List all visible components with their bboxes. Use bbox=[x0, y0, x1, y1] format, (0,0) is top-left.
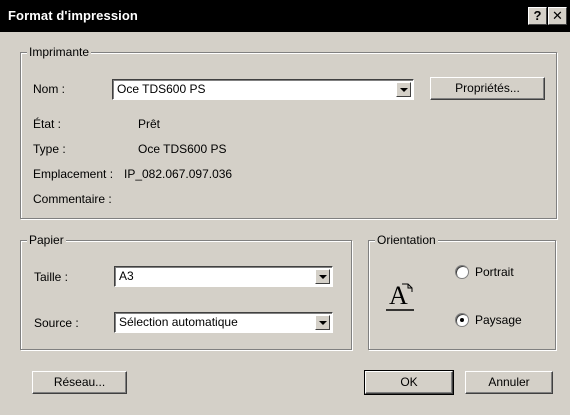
landscape-label[interactable]: Paysage bbox=[475, 313, 522, 327]
printer-name-label: Nom : bbox=[33, 82, 66, 96]
landscape-page-icon: A bbox=[384, 280, 418, 316]
paper-group-legend: Papier bbox=[27, 233, 66, 247]
portrait-radio[interactable] bbox=[455, 265, 469, 279]
type-value: Oce TDS600 PS bbox=[138, 142, 227, 156]
location-value: IP_082.067.097.036 bbox=[124, 167, 233, 181]
paper-group: Papier bbox=[20, 233, 352, 350]
cancel-button[interactable]: Annuler bbox=[465, 371, 553, 394]
chevron-down-icon[interactable] bbox=[396, 82, 411, 97]
paper-source-select[interactable]: Sélection automatique bbox=[114, 312, 333, 333]
paper-size-label: Taille : bbox=[34, 270, 69, 284]
help-button[interactable]: ? bbox=[528, 7, 547, 25]
title-bar[interactable]: Format d'impression ? ✕ bbox=[0, 0, 570, 32]
chevron-down-icon[interactable] bbox=[315, 315, 330, 330]
close-button[interactable]: ✕ bbox=[548, 7, 567, 25]
printer-name-select[interactable]: Oce TDS600 PS bbox=[112, 79, 414, 100]
network-button[interactable]: Réseau... bbox=[32, 371, 127, 394]
paper-size-select[interactable]: A3 bbox=[114, 266, 333, 287]
paper-size-value: A3 bbox=[119, 269, 134, 283]
paper-source-value: Sélection automatique bbox=[119, 315, 238, 329]
paper-source-label: Source : bbox=[34, 316, 79, 330]
orientation-group-legend: Orientation bbox=[375, 233, 438, 247]
orientation-icon-letter: A bbox=[389, 281, 408, 310]
dialog-title: Format d'impression bbox=[8, 8, 138, 23]
status-value: Prêt bbox=[138, 117, 161, 131]
landscape-radio[interactable] bbox=[455, 313, 469, 327]
printer-group-legend: Imprimante bbox=[27, 45, 92, 59]
properties-button[interactable]: Propriétés... bbox=[430, 77, 545, 100]
ok-button[interactable]: OK bbox=[364, 370, 454, 395]
status-label: État : bbox=[33, 117, 62, 131]
location-label: Emplacement : bbox=[33, 167, 114, 181]
printer-name-value: Oce TDS600 PS bbox=[117, 82, 206, 96]
chevron-down-icon[interactable] bbox=[315, 269, 330, 284]
print-setup-dialog: Format d'impression ? ✕ Imprimante Nom :… bbox=[0, 0, 572, 417]
type-label: Type : bbox=[33, 142, 66, 156]
comment-label: Commentaire : bbox=[33, 192, 112, 206]
portrait-label[interactable]: Portrait bbox=[475, 265, 514, 279]
